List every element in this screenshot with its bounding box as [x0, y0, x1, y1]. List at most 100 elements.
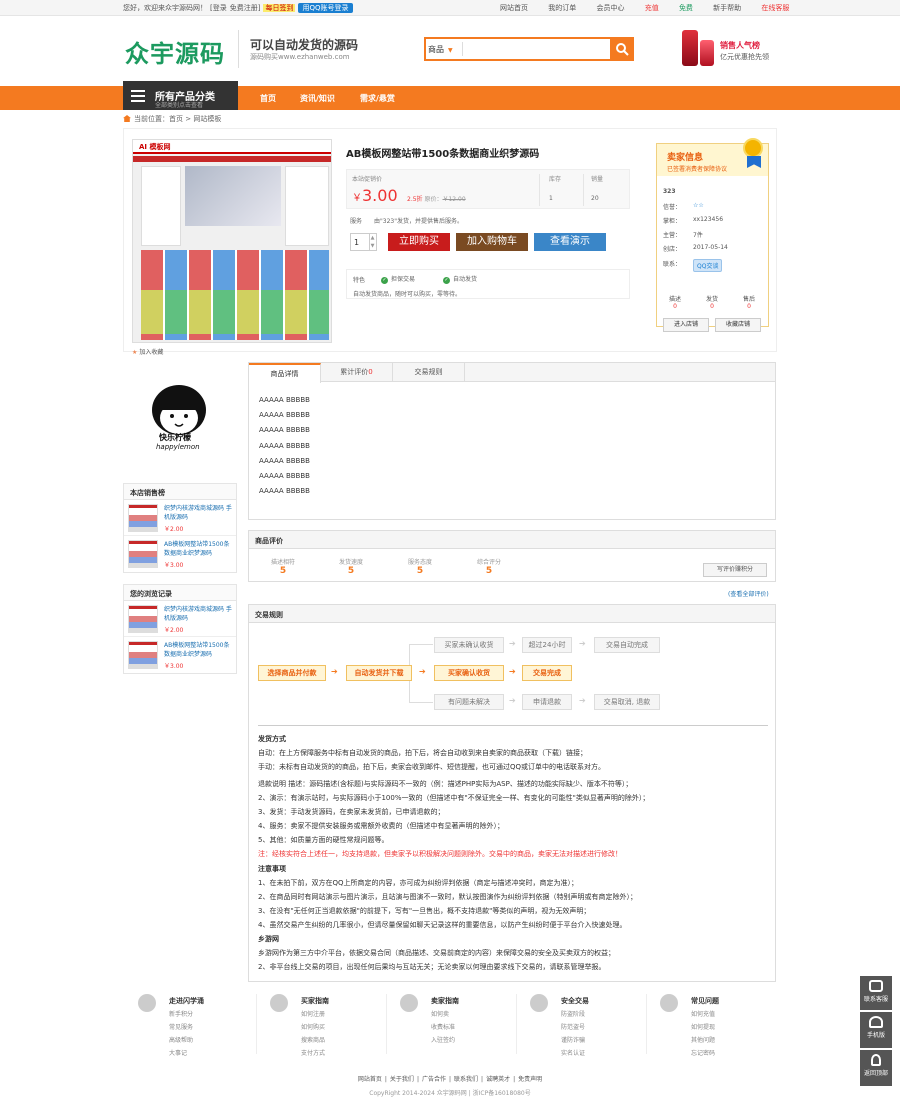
quantity-stepper[interactable]: 1 ▲ ▼	[350, 233, 377, 251]
footer-link-jobs[interactable]: 诚聘英才	[486, 1076, 510, 1083]
list-item[interactable]: 织梦内核游戏商城源码 手机版源码 ￥2.00	[124, 601, 236, 637]
breadcrumb-text[interactable]: 当前位置：首页 > 网站模板	[134, 115, 221, 123]
footer-link[interactable]: 搜索商品	[301, 1035, 325, 1044]
stat-description: 描述 0	[657, 294, 693, 310]
footer-link[interactable]: 谨防诈骗	[561, 1035, 585, 1044]
footer-link[interactable]: 高级帮助	[169, 1035, 193, 1044]
footer-link[interactable]: 其他问题	[691, 1035, 715, 1044]
top-link-member[interactable]: 会员中心	[596, 4, 624, 12]
float-mobile-button[interactable]: 手机版	[860, 1012, 892, 1048]
seller-qq-value: xx123456	[693, 216, 724, 223]
footer-link[interactable]: 如何充值	[691, 1009, 715, 1018]
category-menu-sub: 全部类别点击查看	[155, 102, 204, 109]
tab-detail[interactable]: 商品详情	[249, 363, 321, 383]
category-menu[interactable]: 所有产品分类 全部类别点击查看	[123, 81, 238, 110]
enter-shop-button[interactable]: 进入店铺	[663, 318, 709, 332]
rule-line: 退款说明 描述：源码描述(含标题)与实际源码不一致的（例：描述PHP实际为ASP…	[258, 780, 633, 788]
list-item-name[interactable]: AB模板网整站带1500条数据商业织梦源码	[164, 641, 234, 659]
nav-item-demand[interactable]: 需求/悬赏	[360, 93, 395, 104]
ad-product-image	[682, 30, 698, 66]
qq-login-button[interactable]: 用QQ账号登录	[298, 3, 353, 13]
footer-link[interactable]: 如何提现	[691, 1022, 715, 1031]
footer-link-about[interactable]: 关于我们	[390, 1076, 414, 1083]
product-image-logo: AI 模板网	[139, 143, 171, 151]
quantity-arrows[interactable]: ▲ ▼	[369, 233, 377, 251]
footer-link-ads[interactable]: 广告合作	[422, 1076, 446, 1083]
footer-link-contact[interactable]: 联系我们	[454, 1076, 478, 1083]
footer-link[interactable]: 常见服务	[169, 1022, 193, 1031]
buy-now-button[interactable]: 立即购买	[388, 233, 450, 251]
ad-subtitle: 亿元优惠抢先领	[720, 53, 769, 61]
footer-link[interactable]: 收费标准	[431, 1022, 455, 1031]
footer-link[interactable]: 新手积分	[169, 1009, 193, 1018]
list-item-name[interactable]: 织梦内核游戏商城源码 手机版源码	[164, 605, 234, 623]
flow-step-problem: 有问题未解决	[434, 694, 504, 710]
daily-signin-link[interactable]: 每日签到	[263, 4, 296, 12]
footer-link[interactable]: 忘记密码	[691, 1048, 715, 1057]
qq-chat-button[interactable]: QQ交谈	[693, 259, 723, 272]
back-to-top-button[interactable]: 返回顶部	[860, 1050, 892, 1086]
list-item-name[interactable]: 织梦内核游戏商城源码 手机版源码	[164, 504, 234, 522]
top-link-home[interactable]: 网站首页	[500, 4, 528, 12]
float-contact-button[interactable]: 联系客服	[860, 976, 892, 1010]
top-link-service[interactable]: 在线客服	[761, 4, 789, 12]
write-review-button[interactable]: 写评价赚积分	[703, 563, 767, 577]
float-mobile-label: 手机版	[866, 1032, 885, 1039]
seller-qq-label: 掌柜：	[663, 218, 682, 225]
favorite-link[interactable]: ★ 加入收藏	[132, 347, 163, 356]
view-demo-button[interactable]: 查看演示	[534, 233, 606, 251]
list-item[interactable]: 织梦内核游戏商城源码 手机版源码 ￥2.00	[124, 500, 236, 536]
review-score-value: 5	[279, 566, 287, 576]
login-link[interactable]: [登录	[210, 4, 227, 12]
collect-shop-button[interactable]: 收藏店铺	[715, 318, 761, 332]
footer-link[interactable]: 防盗阶段	[561, 1009, 585, 1018]
search-category-select[interactable]: 商品 ▼	[428, 44, 453, 55]
product-image-grid-2	[141, 290, 329, 334]
flow-step-deliver: 自动发货并下载	[346, 665, 412, 681]
top-link-orders[interactable]: 我的订单	[548, 4, 576, 12]
tab-reviews-count: 0	[368, 368, 373, 376]
footer-link-disclaimer[interactable]: 免责声明	[518, 1076, 542, 1083]
footer-link[interactable]: 大事记	[169, 1048, 187, 1057]
rule-line: 4、虽然交易产生纠纷的几率很小，但请尽量保留如聊天记录这样的重要信息，以防产生纠…	[258, 921, 627, 929]
all-reviews-link[interactable]: (查看全部评价)	[728, 589, 769, 598]
seller-name[interactable]: 323	[663, 188, 676, 195]
check-icon: ✓	[443, 277, 450, 284]
search-button[interactable]	[610, 37, 634, 61]
list-item-name[interactable]: AB模板网整站带1500条数据商业织梦源码	[164, 540, 234, 558]
site-logo[interactable]: 众宇源码	[125, 34, 225, 69]
top-link-free[interactable]: 免费	[679, 4, 693, 12]
footer-link[interactable]: 入驻签约	[431, 1035, 455, 1044]
rules-title: 交易规则	[249, 605, 775, 623]
footer-link[interactable]: 实名认证	[561, 1048, 585, 1057]
detail-line: AAAAA BBBBB	[259, 442, 310, 450]
stat-label: 售后	[742, 296, 755, 303]
footer-link[interactable]: 防范盗号	[561, 1022, 585, 1031]
footer-col-title: 走进闪学涌	[169, 997, 204, 1005]
list-item[interactable]: AB模板网整站带1500条数据商业织梦源码 ￥3.00	[124, 637, 236, 673]
footer-link-home[interactable]: 网站首页	[358, 1076, 382, 1083]
stat-label: 发货	[705, 296, 718, 303]
product-image[interactable]: AI 模板网	[132, 139, 332, 343]
top-link-help[interactable]: 新手帮助	[713, 4, 741, 12]
footer-help: 走进闪学涌 新手积分 常见服务 高级帮助 大事记 买家指南 如何注册 如何购买 …	[0, 990, 900, 1060]
review-score: 发货速度 5	[321, 557, 381, 576]
header-ad-banner[interactable]: 销售人气榜 亿元优惠抢先领	[680, 30, 770, 70]
footer-link[interactable]: 如何注册	[301, 1009, 325, 1018]
register-link[interactable]: 免费注册]	[230, 4, 261, 12]
tab-rules[interactable]: 交易规则	[393, 363, 465, 382]
copyright: CopyRight 2014-2024 众宇源码网 | 浙ICP备1601808…	[369, 1090, 531, 1097]
add-to-cart-button[interactable]: 加入购物车	[456, 233, 528, 251]
list-item[interactable]: AB模板网整站带1500条数据商业织梦源码 ￥3.00	[124, 536, 236, 572]
footer-link[interactable]: 支付方式	[301, 1048, 325, 1057]
tab-reviews[interactable]: 累计评价0	[321, 363, 393, 382]
stat-value: 0	[673, 303, 677, 310]
nav-item-news[interactable]: 资讯/知识	[300, 93, 335, 104]
footer-col-seller: 卖家指南 如何卖 收费标准 入驻签约	[386, 990, 516, 1060]
footer-link[interactable]: 如何购买	[301, 1022, 325, 1031]
top-link-recharge[interactable]: 充值	[645, 4, 659, 12]
seller-level-value: 7件	[693, 232, 703, 239]
flow-step-refund-request: 申请退款	[522, 694, 572, 710]
footer-link[interactable]: 如何卖	[431, 1009, 449, 1018]
nav-item-home[interactable]: 首页	[260, 93, 276, 104]
